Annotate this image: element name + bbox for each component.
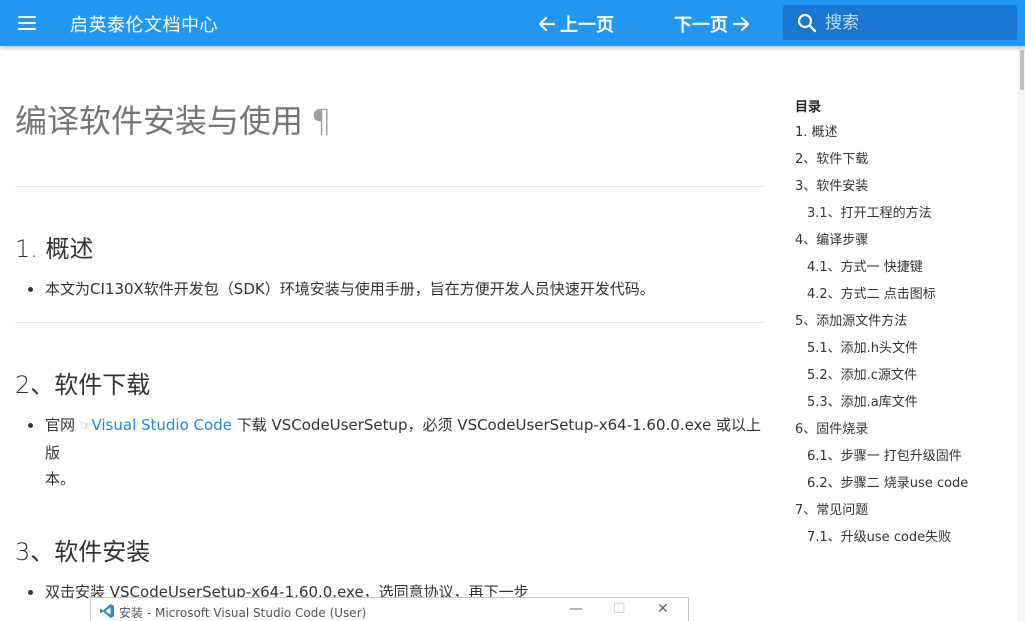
divider — [15, 322, 765, 323]
prev-page-label: 上一页 — [560, 15, 614, 36]
toc-item[interactable]: 5、添加源文件方法 — [795, 308, 1015, 335]
bullet — [28, 590, 33, 595]
article: 编译软件安装与使用 ¶ 1. 概述 本文为CI130X软件开发包（SDK）环境安装… — [15, 46, 765, 605]
permalink-anchor[interactable]: ¶ — [311, 102, 331, 140]
toc-item[interactable]: 7、常见问题 — [795, 497, 1015, 524]
toc-heading: 目录 — [795, 100, 822, 115]
menu-icon[interactable] — [16, 13, 38, 33]
divider — [15, 186, 765, 187]
overview-text: 本文为CI130X软件开发包（SDK）环境安装与使用手册，旨在方便开发人员快速开… — [45, 280, 655, 298]
next-page-label: 下一页 — [674, 15, 728, 36]
toc-item[interactable]: 5.3、添加.a库文件 — [795, 389, 1015, 416]
scrollbar-thumb[interactable] — [1020, 50, 1024, 90]
toc-item[interactable]: 4.1、方式一 快捷键 — [795, 254, 1015, 281]
toc-item[interactable]: 1. 概述 — [795, 119, 1015, 146]
minimize-icon: — — [569, 601, 583, 617]
search-box[interactable] — [783, 5, 1017, 40]
section-heading-install: 3、软件安装 — [15, 538, 151, 566]
toc-item[interactable]: 4、编译步骤 — [795, 227, 1015, 254]
toc-item[interactable]: 3.1、打开工程的方法 — [795, 200, 1015, 227]
next-page-link[interactable]: 下一页 — [674, 11, 750, 37]
bullet — [28, 423, 33, 428]
scrollbar[interactable] — [1018, 46, 1025, 621]
installer-screenshot: 安装 - Microsoft Visual Studio Code (User)… — [90, 597, 689, 621]
section-heading-download: 2、软件下载 — [15, 371, 151, 399]
table-of-contents: 目录 1. 概述 2、软件下载 3、软件安装 3.1、打开工程的方法 4、编译步骤 4.1… — [795, 97, 1015, 551]
list-item: 官网 ☞Visual Studio Code 下载 VSCodeUserSetu… — [15, 412, 765, 492]
arrow-right-icon — [732, 16, 750, 32]
section-heading-overview: 1. 概述 — [15, 235, 94, 263]
search-icon[interactable] — [789, 5, 825, 40]
vscode-icon — [100, 604, 114, 618]
page-title-text: 编译软件安装与使用 — [15, 102, 304, 140]
site-title[interactable]: 启英泰伦文档中心 — [70, 11, 218, 37]
toc-item[interactable]: 6、固件烧录 — [795, 416, 1015, 443]
search-input[interactable] — [825, 12, 995, 33]
arrow-left-icon — [538, 16, 556, 32]
toc-item[interactable]: 4.2、方式二 点击图标 — [795, 281, 1015, 308]
toc-item[interactable]: 2、软件下载 — [795, 146, 1015, 173]
prev-page-link[interactable]: 上一页 — [538, 11, 614, 37]
installer-window-title: 安装 - Microsoft Visual Studio Code (User) — [119, 606, 367, 620]
toc-item[interactable]: 6.1、步骤一 打包升级固件 — [795, 443, 1015, 470]
toc-item[interactable]: 3、软件安装 — [795, 173, 1015, 200]
pointing-hand-icon: ☞ — [79, 419, 92, 434]
toc-item[interactable]: 7.1、升级use code失败 — [795, 524, 1015, 551]
download-text-prefix: 官网 — [45, 416, 76, 434]
toc-item[interactable]: 5.2、添加.c源文件 — [795, 362, 1015, 389]
vscode-link[interactable]: Visual Studio Code — [91, 416, 232, 434]
list-item: 本文为CI130X软件开发包（SDK）环境安装与使用手册，旨在方便开发人员快速开… — [15, 276, 765, 302]
bullet — [28, 287, 33, 292]
close-icon: ✕ — [657, 601, 669, 617]
page-title: 编译软件安装与使用 ¶ — [15, 96, 765, 142]
download-text-suffix-2: 本。 — [45, 470, 76, 488]
toc-item[interactable]: 5.1、添加.h头文件 — [795, 335, 1015, 362]
maximize-icon: ☐ — [613, 601, 626, 617]
toc-item[interactable]: 6.2、步骤二 烧录use code — [795, 470, 1015, 497]
top-header: 启英泰伦文档中心 上一页 下一页 — [0, 0, 1025, 46]
